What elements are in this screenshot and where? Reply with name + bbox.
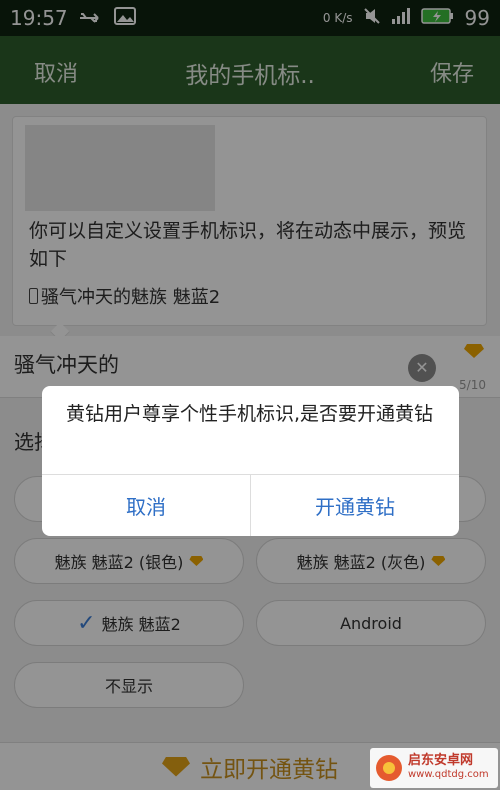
dialog-cancel-button[interactable]: 取消 bbox=[42, 475, 250, 536]
dialog-confirm-button[interactable]: 开通黄钻 bbox=[251, 475, 459, 536]
watermark-name: 启东安卓网 bbox=[408, 753, 474, 768]
upgrade-dialog: 黄钻用户尊享个性手机标识,是否要开通黄钻 取消 开通黄钻 bbox=[42, 386, 459, 536]
dialog-message: 黄钻用户尊享个性手机标识,是否要开通黄钻 bbox=[66, 403, 434, 425]
watermark-logo-icon bbox=[376, 755, 402, 781]
watermark-url: www.qdtdg.com bbox=[408, 769, 489, 780]
watermark: 启东安卓网 www.qdtdg.com bbox=[370, 748, 498, 788]
